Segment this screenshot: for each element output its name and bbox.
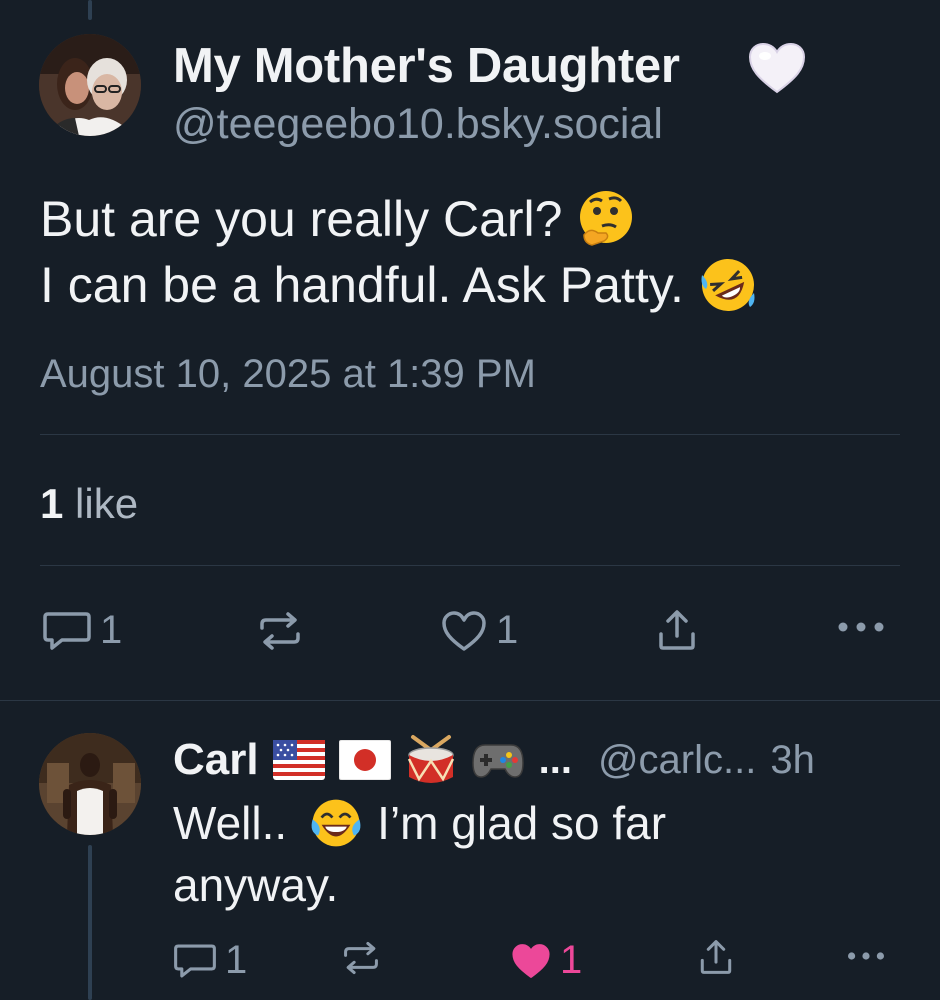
post-thread-view: My Mother's Daughter @teegeebo10.bsky.so… [0, 0, 940, 1000]
reply-text-segment: anyway. [173, 859, 339, 911]
reply-count: 1 [100, 608, 123, 652]
more-dots-icon [838, 622, 884, 632]
author-display-name[interactable]: My Mother's Daughter [173, 38, 680, 94]
reply-button[interactable]: 1 [42, 608, 122, 653]
reply-author-name[interactable]: Carl [173, 735, 259, 785]
reply-timestamp[interactable]: 3h [770, 738, 815, 783]
us-flag-icon [272, 740, 325, 780]
white-heart-icon [748, 42, 806, 94]
reply-text-segment: I’m glad so far [377, 797, 667, 849]
share-button[interactable] [698, 938, 734, 976]
author-handle[interactable]: @teegeebo10.bsky.social [173, 100, 663, 149]
heart-filled-icon [512, 943, 550, 978]
rolling-on-floor-laughing-icon [701, 259, 755, 311]
repost-icon [260, 612, 300, 650]
reply-button[interactable]: 1 [173, 938, 247, 983]
reply-text-line: Well.. I’m glad so far [173, 792, 813, 854]
more-dots-icon [848, 952, 884, 960]
like-button[interactable]: 1 [440, 608, 518, 653]
reply-action-bar: 1 1 [0, 932, 940, 992]
reply-body: Well.. I’m glad so far anyway. [173, 792, 813, 916]
reply-author-handle[interactable]: @carlc... [598, 738, 756, 783]
like-button[interactable]: 1 [510, 938, 582, 983]
divider [40, 434, 900, 435]
repost-icon [344, 941, 378, 975]
name-truncation-ellipsis: ... [538, 737, 572, 782]
likes-count: 1 [40, 480, 76, 527]
drum-icon [407, 735, 454, 783]
post-text-segment: But are you really Carl? [40, 191, 563, 247]
share-upload-icon [700, 940, 732, 974]
reply-author-avatar[interactable] [39, 733, 141, 835]
like-count: 1 [496, 608, 519, 652]
reply-header: Carl ... @carlc... 3h [173, 732, 903, 788]
video-game-controller-icon [471, 744, 524, 778]
post-text-segment: I can be a handful. Ask Patty. [40, 257, 684, 313]
more-options-button[interactable] [846, 950, 886, 962]
post-text-line: I can be a handful. Ask Patty. [40, 252, 920, 318]
like-count: 1 [560, 938, 583, 982]
reply-count: 1 [225, 938, 248, 982]
more-options-button[interactable] [836, 620, 886, 634]
avatar-photo-icon [39, 34, 141, 136]
divider [40, 565, 900, 566]
avatar-photo-icon [39, 733, 141, 835]
share-button[interactable] [656, 608, 698, 652]
author-avatar[interactable] [39, 34, 141, 136]
heart-outline-icon [442, 610, 486, 651]
repost-button[interactable] [342, 940, 388, 976]
reply-bubble-icon [43, 611, 91, 650]
post-timestamp[interactable]: August 10, 2025 at 1:39 PM [40, 352, 536, 397]
repost-button[interactable] [258, 610, 310, 652]
post-body: But are you really Carl? I can be a hand… [40, 186, 920, 318]
reply-text-line: anyway. [173, 854, 813, 916]
likes-summary-link[interactable]: 1 like [40, 480, 138, 528]
reply-bubble-icon [174, 944, 216, 977]
face-with-tears-of-joy-icon [311, 799, 361, 847]
likes-label: like [75, 480, 139, 527]
post-action-bar: 1 1 [0, 600, 940, 660]
japan-flag-icon [338, 740, 391, 780]
share-upload-icon [659, 610, 695, 650]
main-post: My Mother's Daughter @teegeebo10.bsky.so… [0, 0, 940, 700]
thinking-face-icon [580, 191, 633, 246]
reply-text-segment: Well.. [173, 797, 288, 849]
post-text-line: But are you really Carl? [40, 186, 920, 252]
post-separator [0, 700, 940, 701]
